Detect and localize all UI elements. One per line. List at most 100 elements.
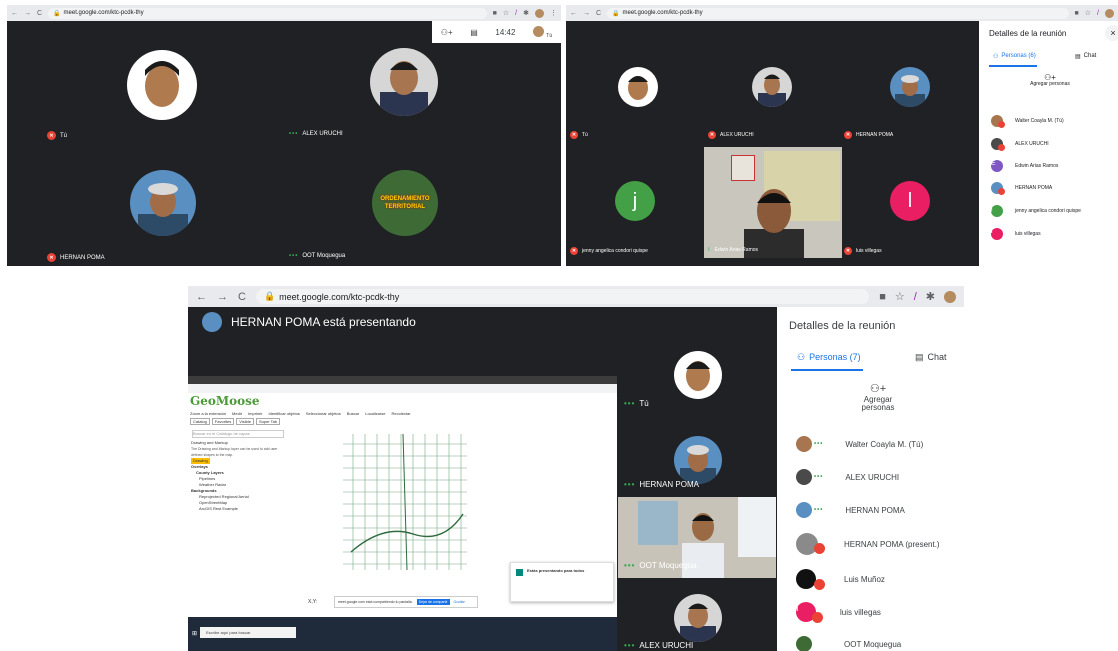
add-people-button[interactable]: ⚇+ Agregar personas bbox=[1029, 74, 1071, 88]
participant-tile[interactable]: ORDENAMIENTO TERRITORIAL bbox=[372, 170, 438, 236]
meet-icon bbox=[516, 569, 523, 576]
participant-avatar[interactable] bbox=[890, 67, 930, 107]
participant-avatar[interactable] bbox=[618, 67, 658, 107]
back-icon[interactable]: ← bbox=[11, 10, 18, 17]
participant-avatar bbox=[796, 469, 812, 485]
tab-people[interactable]: ⚇ Personas (7) bbox=[797, 352, 861, 363]
tab-super[interactable]: Super Tab bbox=[255, 418, 281, 425]
address-bar[interactable]: 🔒 meet.google.com/ktc-pcdk-thy bbox=[48, 7, 487, 19]
shared-screen[interactable]: GeoMoose Zoom a la extensión Medir Imprimi… bbox=[188, 376, 617, 651]
participant-avatar: j bbox=[991, 205, 1003, 217]
meeting-details-panel: Detalles de la reunión × ⚇ Personas (6) … bbox=[979, 21, 1118, 266]
participant-tile[interactable] bbox=[127, 50, 197, 120]
tab-catalog[interactable]: Catalog bbox=[190, 418, 210, 425]
forward-icon[interactable]: → bbox=[583, 10, 590, 17]
participant-tile[interactable] bbox=[130, 170, 196, 236]
tab-people[interactable]: ⚇ Personas (6) bbox=[993, 53, 1036, 60]
tab-chat[interactable]: ▤ Chat bbox=[915, 352, 947, 363]
org-logo: ORDENAMIENTO TERRITORIAL bbox=[380, 196, 430, 210]
people-list-item[interactable]: ALEX URUCHI bbox=[991, 138, 1049, 151]
profile-icon[interactable] bbox=[944, 290, 956, 303]
people-list-item[interactable]: l luis villegas bbox=[796, 602, 881, 623]
menu-icon[interactable]: ⋮ bbox=[550, 9, 557, 17]
speaking-icon: ••• bbox=[289, 253, 299, 259]
back-icon[interactable]: ← bbox=[196, 291, 207, 303]
tab-chat[interactable]: ▤ Chat bbox=[1075, 53, 1096, 60]
chat-icon: ▤ bbox=[1075, 54, 1081, 60]
participant-video[interactable] bbox=[704, 147, 842, 258]
people-list-item[interactable]: Luis Muñoz bbox=[796, 569, 885, 590]
speaking-icon: ••• bbox=[814, 474, 824, 480]
participant-avatar[interactable]: l bbox=[890, 181, 930, 221]
people-list-item[interactable]: j jenny angelica condori quispe bbox=[991, 205, 1081, 217]
participant-avatar[interactable] bbox=[674, 594, 722, 642]
extension-icon[interactable]: ✱ bbox=[926, 290, 935, 303]
profile-icon[interactable] bbox=[1105, 8, 1114, 18]
tab-favorites[interactable]: Favorites bbox=[211, 418, 235, 425]
address-bar[interactable]: 🔒 meet.google.com/ktc-pcdk-thy bbox=[607, 7, 1069, 19]
speaking-icon: ⁞ bbox=[708, 247, 711, 253]
participant-avatar[interactable] bbox=[674, 351, 722, 399]
reload-icon[interactable]: C bbox=[37, 10, 42, 17]
participant-label: ✕ luis villegas bbox=[844, 247, 882, 255]
lock-icon: 🔒 bbox=[612, 10, 620, 17]
people-icon[interactable]: ⚇+ bbox=[441, 28, 453, 37]
stop-sharing-button[interactable]: Dejar de compartir bbox=[416, 599, 450, 605]
star-icon[interactable]: ☆ bbox=[1085, 9, 1091, 17]
participant-avatar[interactable] bbox=[752, 67, 792, 107]
self-avatar[interactable]: Tú bbox=[533, 25, 552, 39]
share-bar: meet.google.com está compartiendo tu pan… bbox=[334, 596, 478, 608]
close-icon[interactable]: × bbox=[1105, 25, 1118, 41]
browser-toolbar: ← → C 🔒 meet.google.com/ktc-pcdk-thy ■ ☆… bbox=[566, 5, 1118, 21]
people-list-item[interactable]: HERNAN POMA (present.) bbox=[796, 533, 940, 555]
mic-off-icon bbox=[998, 144, 1005, 151]
people-list-item[interactable]: ••• HERNAN POMA bbox=[796, 502, 905, 518]
people-icon: ⚇ bbox=[993, 54, 999, 60]
people-list-item[interactable]: l luis villegas bbox=[991, 228, 1041, 240]
participant-avatar[interactable] bbox=[674, 436, 722, 484]
map-view[interactable] bbox=[343, 434, 467, 570]
add-people-button[interactable]: ⚇+ Agregar personas bbox=[849, 384, 907, 412]
forward-icon[interactable]: → bbox=[24, 10, 31, 17]
forward-icon[interactable]: → bbox=[217, 291, 228, 303]
camera-icon[interactable]: ■ bbox=[1075, 10, 1079, 17]
people-icon: ⚇ bbox=[797, 352, 806, 362]
extension-icon[interactable]: ✱ bbox=[523, 9, 529, 17]
people-list-item[interactable]: ••• ALEX URUCHI bbox=[796, 469, 899, 485]
camera-icon[interactable]: ■ bbox=[879, 291, 886, 303]
camera-icon[interactable]: ■ bbox=[493, 10, 497, 17]
window bbox=[738, 497, 776, 557]
tab-visible[interactable]: Visible bbox=[236, 418, 254, 425]
star-icon[interactable]: ☆ bbox=[503, 9, 509, 17]
hide-button[interactable]: Ocultar bbox=[454, 600, 465, 604]
participant-avatar[interactable]: j bbox=[615, 181, 655, 221]
participant-tile[interactable] bbox=[370, 48, 438, 116]
back-icon[interactable]: ← bbox=[570, 10, 577, 17]
chat-icon[interactable]: ▤ bbox=[470, 28, 478, 37]
pen-icon[interactable]: / bbox=[914, 291, 917, 303]
people-list-item[interactable]: OOT Moquegua bbox=[796, 636, 901, 651]
tab-indicator bbox=[989, 65, 1037, 67]
people-list-item[interactable]: Walter Coayla M. (Tú) bbox=[991, 115, 1064, 128]
reload-icon[interactable]: C bbox=[238, 291, 246, 303]
participant-label: ••• OOT Moquegua bbox=[624, 561, 697, 570]
presenting-notice: Estás presentando para todos bbox=[510, 562, 614, 602]
participant-label: ••• Tú bbox=[624, 399, 649, 408]
people-list-item[interactable]: HERNAN POMA bbox=[991, 182, 1052, 195]
reload-icon[interactable]: C bbox=[596, 10, 601, 17]
pen-icon[interactable]: / bbox=[515, 10, 517, 17]
participant-avatar bbox=[796, 502, 812, 518]
taskbar-search[interactable]: Escribe aquí para buscar bbox=[200, 627, 296, 638]
windows-icon[interactable]: ⊞ bbox=[192, 630, 197, 637]
clock: 14:42 bbox=[495, 27, 516, 37]
pen-icon[interactable]: / bbox=[1097, 10, 1099, 17]
address-bar[interactable]: 🔒 meet.google.com/ktc-pcdk-thy bbox=[255, 289, 870, 304]
star-icon[interactable]: ☆ bbox=[895, 290, 905, 303]
meet-screenshot-3: ← → C 🔒 meet.google.com/ktc-pcdk-thy ■ ☆… bbox=[188, 286, 964, 651]
meet-screenshot-1: ← → C 🔒 meet.google.com/ktc-pcdk-thy ■ ☆… bbox=[7, 5, 561, 266]
catalog-search[interactable]: Buscar en el Catálogo de capas bbox=[192, 430, 284, 438]
profile-icon[interactable] bbox=[535, 8, 544, 18]
mic-off-icon bbox=[812, 611, 823, 623]
people-list-item[interactable]: E Edwin Arias Ramos bbox=[991, 160, 1058, 172]
people-list-item[interactable]: ••• Walter Coayla M. (Tú) bbox=[796, 436, 923, 452]
